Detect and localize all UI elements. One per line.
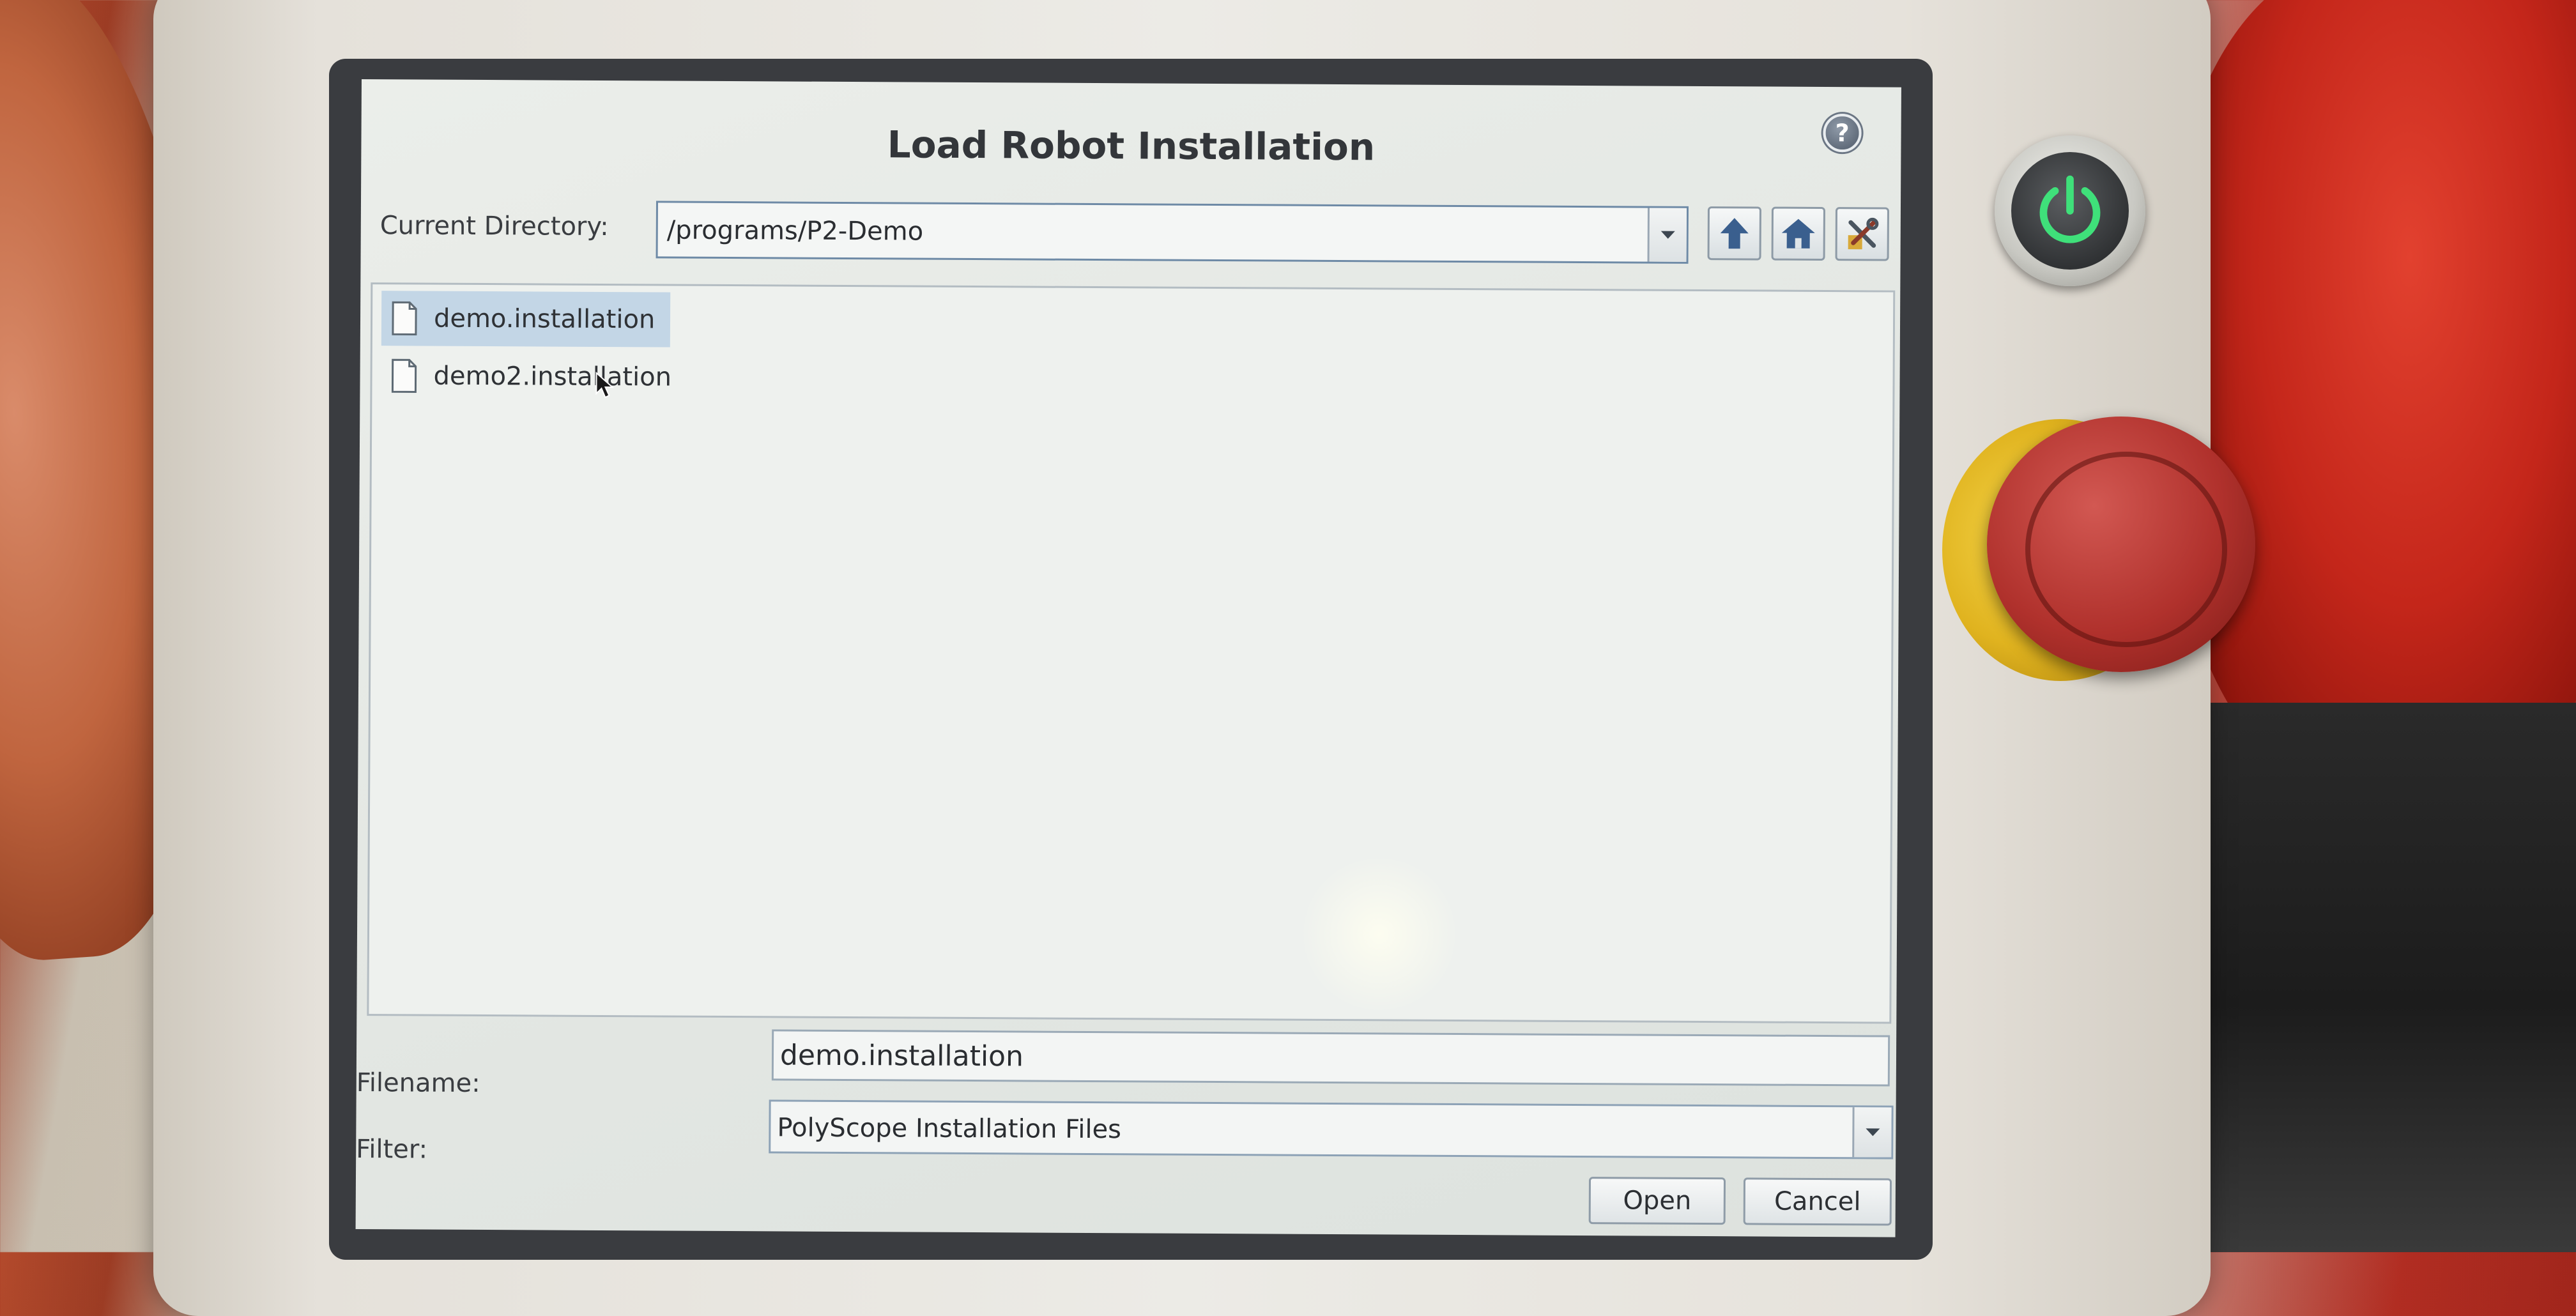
dialog-title: Load Robot Installation: [887, 123, 1376, 169]
screen-glare: [1296, 857, 1463, 1012]
filename-input[interactable]: [771, 1029, 1890, 1087]
power-button-ring: [1995, 135, 2145, 286]
filter-label: Filter:: [356, 1134, 428, 1165]
parent-directory-button[interactable]: [1707, 206, 1761, 261]
file-icon: [392, 301, 417, 335]
file-icon: [391, 358, 417, 393]
tools-icon: [1848, 217, 1879, 250]
emergency-stop-button[interactable]: [1987, 417, 2255, 672]
power-icon: [2039, 175, 2101, 243]
directory-tools-button[interactable]: [1835, 207, 1889, 261]
mouse-cursor-icon: [595, 371, 615, 399]
filename-label: Filename:: [356, 1067, 480, 1098]
filter-value: PolyScope Installation Files: [777, 1113, 1122, 1145]
current-directory-value: /programs/P2-Demo: [666, 215, 924, 247]
chevron-down-icon[interactable]: [1852, 1107, 1892, 1158]
filter-combo[interactable]: PolyScope Installation Files: [769, 1099, 1894, 1159]
file-name: demo.installation: [433, 303, 656, 335]
current-directory-label: Current Directory:: [379, 211, 609, 242]
file-name: demo2.installation: [433, 361, 672, 392]
home-directory-button[interactable]: [1771, 206, 1825, 261]
help-icon[interactable]: ?: [1823, 113, 1862, 153]
file-item-demo2-installation[interactable]: demo2.installation: [381, 348, 687, 405]
current-directory-combo[interactable]: /programs/P2-Demo: [656, 201, 1689, 264]
chevron-down-icon[interactable]: [1647, 208, 1687, 262]
home-icon: [1781, 218, 1815, 249]
file-item-demo-installation[interactable]: demo.installation: [381, 291, 671, 348]
cancel-button[interactable]: Cancel: [1743, 1177, 1892, 1226]
open-button[interactable]: Open: [1588, 1177, 1726, 1225]
arrow-up-icon: [1720, 218, 1749, 249]
red-bag: [2167, 0, 2576, 805]
power-button[interactable]: [2011, 152, 2129, 270]
emergency-stop-rim: [2025, 452, 2227, 647]
load-installation-dialog: Load Robot Installation ? Current Direct…: [355, 79, 1901, 1237]
